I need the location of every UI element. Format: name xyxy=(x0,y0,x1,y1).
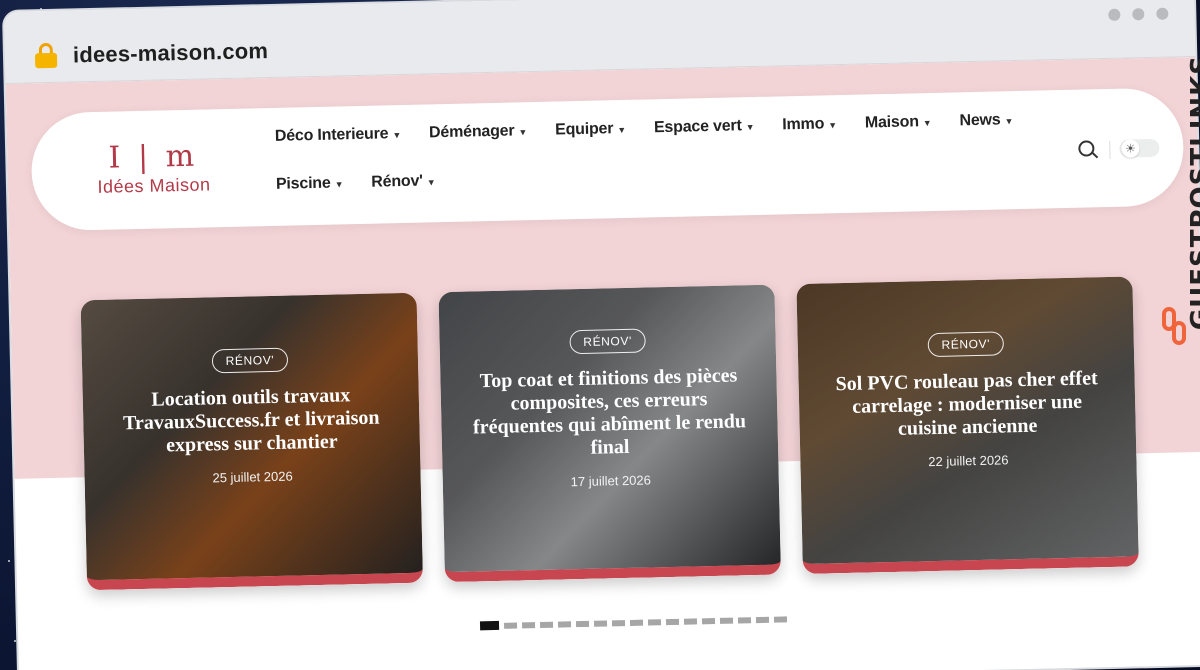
site-logo[interactable]: I | m Idées Maison xyxy=(83,139,224,198)
menu-item-demenager[interactable]: Déménager ▼ xyxy=(429,118,528,146)
pagination-dot[interactable] xyxy=(719,617,734,624)
category-badge[interactable]: RÉNOV' xyxy=(569,328,647,354)
window-controls xyxy=(1108,7,1169,21)
watermark-text: GUESTPOSTLINKS xyxy=(1186,55,1200,331)
theme-toggle[interactable]: ☀ xyxy=(1119,138,1160,158)
pagination-dot[interactable] xyxy=(539,621,554,628)
link-icon xyxy=(1162,307,1188,347)
menu-item-espace-vert[interactable]: Espace vert ▼ xyxy=(654,113,755,141)
pagination-dot[interactable] xyxy=(665,618,680,625)
pagination-dot[interactable] xyxy=(701,617,716,624)
chevron-down-icon: ▼ xyxy=(828,120,838,131)
sun-icon: ☀ xyxy=(1121,139,1140,158)
chevron-down-icon: ▼ xyxy=(392,130,402,141)
pagination-dot-active[interactable] xyxy=(479,620,500,631)
browser-window: idees-maison.com I | m Idées Maison Déco… xyxy=(4,0,1200,670)
search-icon[interactable] xyxy=(1078,140,1099,160)
chevron-down-icon: ▼ xyxy=(617,124,627,136)
window-dot-icon[interactable] xyxy=(1132,8,1145,21)
card-title[interactable]: Sol PVC rouleau pas cher effet carrelage… xyxy=(826,367,1107,442)
category-badge[interactable]: RÉNOV' xyxy=(927,331,1005,358)
pagination-dot[interactable] xyxy=(557,620,572,628)
pagination-dot[interactable] xyxy=(737,616,752,624)
featured-card[interactable]: RÉNOV' Location outils travaux TravauxSu… xyxy=(80,292,424,591)
card-date: 17 juillet 2026 xyxy=(570,471,652,489)
slider-pagination xyxy=(479,614,788,631)
menu-item-label: Piscine xyxy=(275,174,331,193)
card-date: 25 juillet 2026 xyxy=(212,468,293,486)
menu-item-label: Déménager xyxy=(428,122,515,142)
menu-item-maison[interactable]: Maison ▼ xyxy=(865,109,932,137)
menu-item-label: Immo xyxy=(782,115,825,134)
chevron-down-icon: ▼ xyxy=(745,122,755,133)
url-text[interactable]: idees-maison.com xyxy=(73,38,269,68)
chevron-down-icon: ▼ xyxy=(334,179,344,190)
chevron-down-icon: ▼ xyxy=(922,117,932,129)
logo-mark: I | m xyxy=(108,138,199,176)
window-dot-icon[interactable] xyxy=(1108,8,1121,21)
menu-item-label: Déco Interieure xyxy=(274,125,389,145)
pagination-dot[interactable] xyxy=(755,616,770,623)
menu-item-piscine[interactable]: Piscine ▼ xyxy=(276,170,344,198)
pagination-dot[interactable] xyxy=(593,619,608,627)
menu-item-news[interactable]: News ▼ xyxy=(959,107,1013,134)
card-title[interactable]: Top coat et finitions des pièces composi… xyxy=(468,364,750,462)
menu-item-renov[interactable]: Rénov' ▼ xyxy=(371,168,436,195)
pagination-dot[interactable] xyxy=(503,622,518,629)
page-content: I | m Idées Maison Déco Interieure ▼ Démé… xyxy=(5,56,1200,670)
menu-item-immo[interactable]: Immo ▼ xyxy=(782,111,837,138)
pagination-dot[interactable] xyxy=(773,615,788,623)
menu-item-label: Espace vert xyxy=(653,117,742,137)
menu-item-deco-interieure[interactable]: Déco Interieure ▼ xyxy=(275,121,402,150)
lock-icon xyxy=(34,42,58,69)
pagination-dot[interactable] xyxy=(611,619,626,626)
category-badge[interactable]: RÉNOV' xyxy=(211,347,289,374)
pagination-dot[interactable] xyxy=(521,621,536,628)
pagination-dot[interactable] xyxy=(629,619,644,626)
pagination-dot[interactable] xyxy=(575,620,590,627)
logo-text: Idées Maison xyxy=(97,174,211,197)
featured-slider: RÉNOV' Location outils travaux TravauxSu… xyxy=(80,276,1148,600)
menu-item-label: News xyxy=(959,111,1001,130)
chevron-down-icon: ▼ xyxy=(426,177,436,188)
watermark: GUESTPOSTLINKS xyxy=(1156,55,1200,355)
chevron-down-icon: ▼ xyxy=(518,127,528,138)
featured-card[interactable]: RÉNOV' Sol PVC rouleau pas cher effet ca… xyxy=(796,276,1139,575)
menu-item-label: Equiper xyxy=(554,120,614,139)
pagination-dot[interactable] xyxy=(647,618,662,626)
featured-card[interactable]: RÉNOV' Top coat et finitions des pièces … xyxy=(438,284,781,583)
window-dot-icon[interactable] xyxy=(1156,7,1169,20)
card-date: 22 juillet 2026 xyxy=(928,452,1009,470)
menu-item-label: Maison xyxy=(864,113,919,132)
chevron-down-icon: ▼ xyxy=(1004,116,1014,127)
pagination-dot[interactable] xyxy=(683,617,698,625)
card-title[interactable]: Location outils travaux TravauxSuccess.f… xyxy=(111,383,392,458)
menu-item-equiper[interactable]: Equiper ▼ xyxy=(555,116,626,144)
header-divider xyxy=(1109,140,1111,159)
menu-item-label: Rénov' xyxy=(371,172,424,191)
main-menu: Déco Interieure ▼ Déménager ▼ Equiper ▼ Esp… xyxy=(275,106,1076,198)
